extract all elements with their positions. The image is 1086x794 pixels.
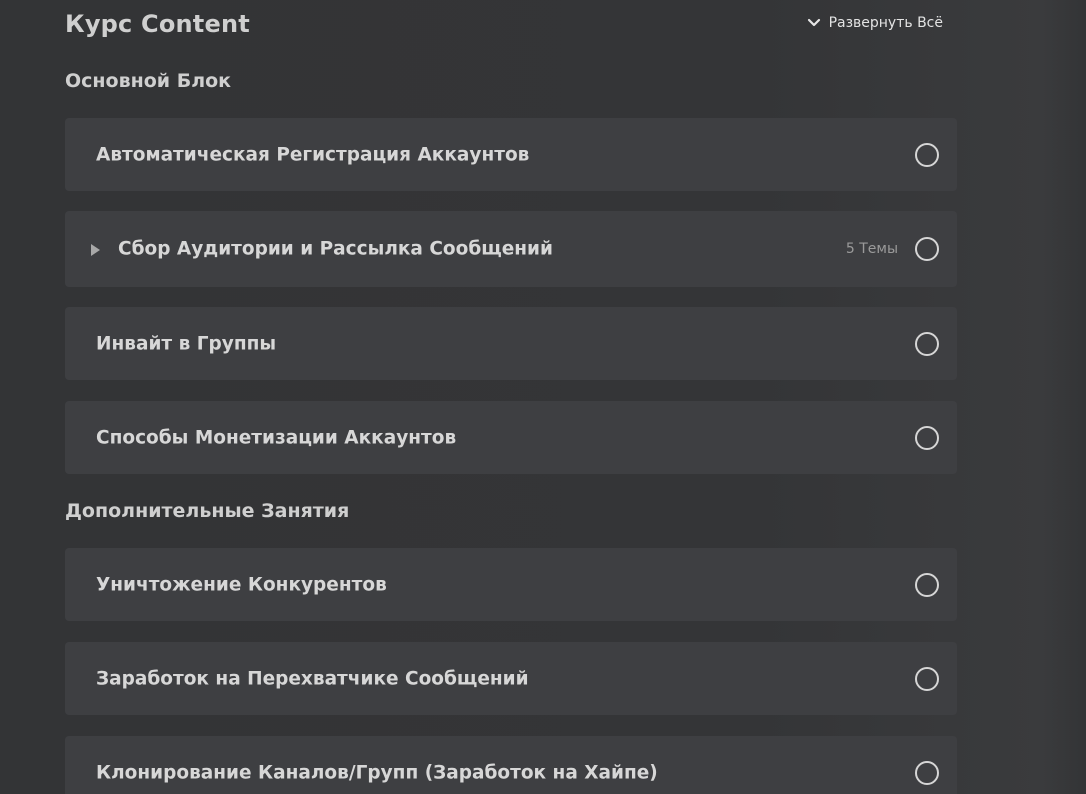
empty-circle-icon[interactable]	[915, 142, 939, 167]
lesson-title: Инвайт в Группы	[96, 333, 277, 354]
empty-circle-icon[interactable]	[915, 666, 939, 691]
course-content-page: Курс Content Развернуть Всё Основной Бло…	[0, 0, 1086, 794]
course-content-header: Курс Content Развернуть Всё	[65, 8, 957, 44]
lesson-item[interactable]: Уничтожение Конкурентов	[65, 548, 957, 621]
lesson-item-expandable[interactable]: Сбор Аудитории и Рассылка Сообщений 5 Те…	[65, 211, 957, 287]
section-title-additional: Дополнительные Занятия	[65, 500, 350, 522]
lesson-title: Способы Монетизации Аккаунтов	[96, 427, 457, 448]
empty-circle-icon[interactable]	[915, 572, 939, 597]
lesson-title: Уничтожение Конкурентов	[96, 574, 387, 595]
section-title-main: Основной Блок	[65, 70, 232, 92]
lesson-item[interactable]: Автоматическая Регистрация Аккаунтов	[65, 118, 957, 191]
expand-all-button[interactable]: Развернуть Всё	[807, 15, 943, 31]
lesson-title: Клонирование Каналов/Групп (Заработок на…	[96, 762, 658, 783]
lesson-item[interactable]: Способы Монетизации Аккаунтов	[65, 401, 957, 474]
expand-all-label: Развернуть Всё	[828, 15, 943, 31]
lesson-item[interactable]: Заработок на Перехватчике Сообщений	[65, 642, 957, 715]
lesson-title: Автоматическая Регистрация Аккаунтов	[96, 144, 530, 165]
lesson-item[interactable]: Клонирование Каналов/Групп (Заработок на…	[65, 736, 957, 794]
lesson-title: Заработок на Перехватчике Сообщений	[96, 668, 529, 689]
lesson-title: Сбор Аудитории и Рассылка Сообщений	[118, 238, 553, 260]
chevron-down-icon	[807, 18, 821, 28]
empty-circle-icon[interactable]	[915, 760, 939, 785]
topics-count: 5 Темы	[845, 241, 898, 257]
empty-circle-icon[interactable]	[915, 425, 939, 450]
empty-circle-icon[interactable]	[915, 237, 939, 261]
empty-circle-icon[interactable]	[915, 331, 939, 356]
caret-right-icon[interactable]	[89, 242, 101, 256]
lesson-item[interactable]: Инвайт в Группы	[65, 307, 957, 380]
page-title: Курс Content	[65, 10, 250, 38]
